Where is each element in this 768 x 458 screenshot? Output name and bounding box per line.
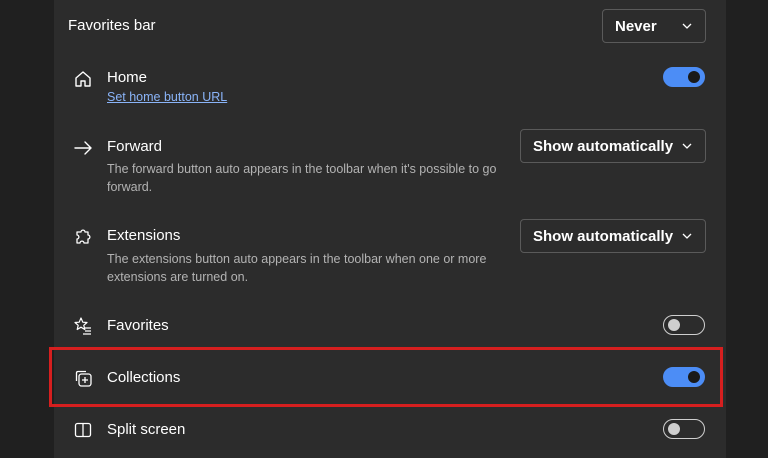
split-screen-label: Split screen: [107, 421, 186, 438]
collections-toggle[interactable]: [663, 367, 705, 387]
toggle-knob: [688, 371, 700, 383]
favorites-bar-label: Favorites bar: [68, 17, 156, 34]
extensions-description: The extensions button auto appears in th…: [107, 252, 487, 284]
extensions-label: Extensions: [107, 227, 181, 244]
forward-dropdown-value: Show automatically: [533, 137, 674, 155]
favorites-bar-dropdown-value: Never: [615, 17, 657, 35]
favorites-label: Favorites: [107, 317, 169, 334]
toggle-knob: [668, 423, 680, 435]
puzzle-icon: [73, 227, 93, 247]
toggle-knob: [668, 319, 680, 331]
star-list-icon: [73, 316, 93, 336]
set-home-button-url-link[interactable]: Set home button URL: [107, 90, 227, 104]
arrow-right-icon: [73, 138, 93, 158]
home-label: Home: [107, 69, 148, 86]
chevron-down-icon: [682, 23, 692, 29]
chevron-down-icon: [682, 233, 692, 239]
chevron-down-icon: [682, 143, 692, 149]
collections-label: Collections: [107, 369, 181, 386]
split-screen-toggle[interactable]: [663, 419, 705, 439]
forward-dropdown[interactable]: Show automatically: [520, 129, 706, 163]
split-screen-icon: [73, 420, 93, 440]
home-toggle[interactable]: [663, 67, 705, 87]
home-icon: [73, 69, 93, 89]
favorites-toggle[interactable]: [663, 315, 705, 335]
forward-description: The forward button auto appears in the t…: [107, 162, 497, 194]
toggle-knob: [688, 71, 700, 83]
favorites-bar-dropdown[interactable]: Never: [602, 9, 706, 43]
extensions-dropdown[interactable]: Show automatically: [520, 219, 706, 253]
extensions-dropdown-value: Show automatically: [533, 227, 674, 245]
collections-icon: [73, 368, 93, 388]
forward-label: Forward: [107, 138, 163, 155]
